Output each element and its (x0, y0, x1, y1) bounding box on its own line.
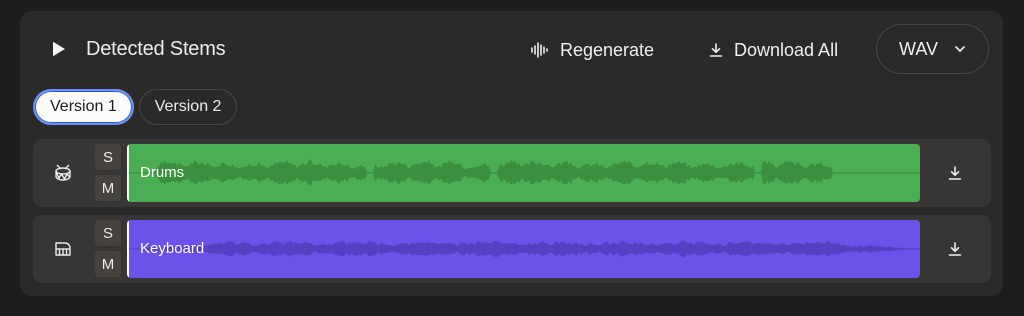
play-button[interactable] (50, 40, 68, 58)
download-all-label: Download All (734, 39, 839, 60)
keyboard-icon (53, 239, 73, 259)
regenerate-label: Regenerate (560, 39, 655, 60)
solo-button[interactable]: S (95, 220, 121, 246)
stems-panel: Detected Stems Regenerate Download All W… (20, 11, 1003, 296)
play-icon (53, 41, 65, 57)
keyboard-waveform[interactable]: Keyboard (127, 220, 920, 278)
stems-header: Detected Stems Regenerate Download All W… (20, 11, 1003, 89)
page-title: Detected Stems (86, 38, 226, 60)
format-value: WAV (899, 38, 938, 59)
drums-waveform[interactable]: Drums (127, 144, 920, 202)
chevron-down-icon (955, 46, 965, 52)
tab-version-2[interactable]: Version 2 (138, 89, 238, 125)
download-all-button[interactable]: Download All (708, 35, 838, 65)
download-icon (948, 242, 962, 256)
waveform-shape (127, 240, 920, 258)
stem-download-button[interactable] (945, 239, 965, 259)
stem-download-button[interactable] (945, 163, 965, 183)
waveform-shape (127, 159, 920, 186)
tab-version-1[interactable]: Version 1 (33, 89, 134, 125)
stem-name: Keyboard (140, 240, 205, 257)
playhead (127, 144, 129, 202)
drum-icon (53, 163, 73, 183)
stem-name: Drums (140, 164, 185, 181)
version-tabs: Version 1 Version 2 (33, 89, 238, 127)
download-icon (948, 166, 962, 180)
format-select[interactable]: WAV (876, 24, 989, 74)
playhead (127, 220, 129, 278)
waveform-icon (531, 42, 548, 58)
solo-button[interactable]: S (95, 144, 121, 170)
stem-row-keyboard: S M Keyboard (33, 215, 991, 283)
regenerate-button[interactable]: Regenerate (530, 35, 654, 65)
mute-button[interactable]: M (95, 251, 121, 277)
mute-button[interactable]: M (95, 175, 121, 201)
download-icon (709, 43, 723, 57)
stem-row-drums: S M Drums (33, 139, 991, 207)
